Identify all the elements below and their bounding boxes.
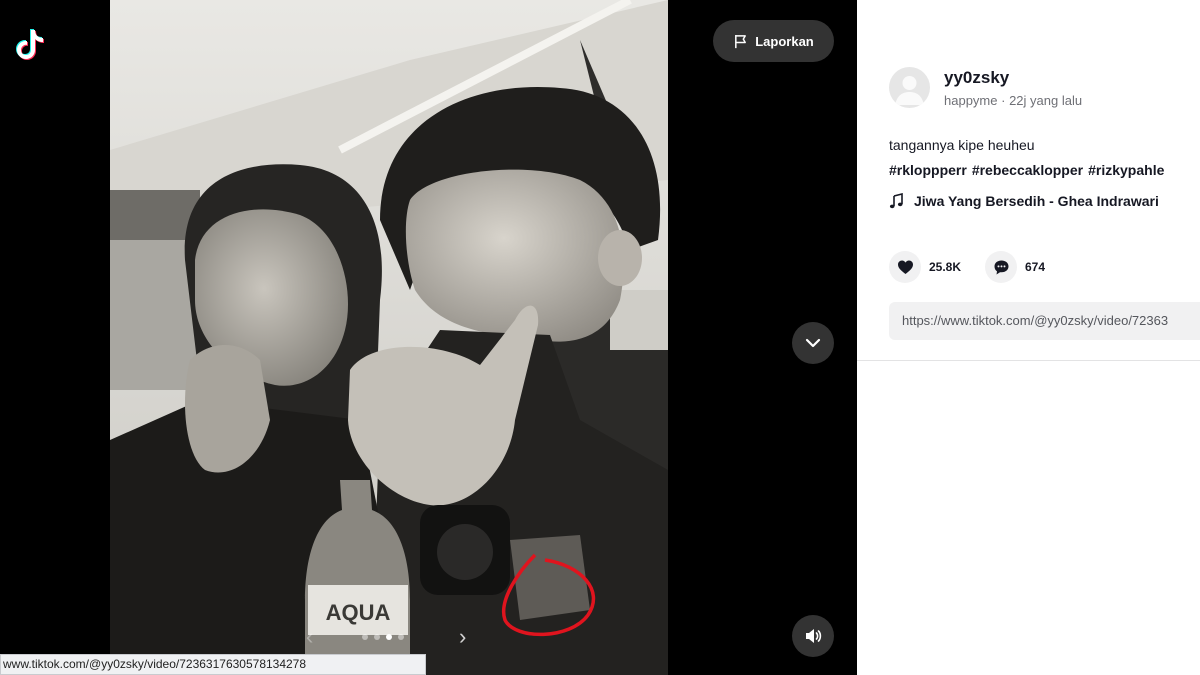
chevron-right-icon[interactable]: ›: [459, 624, 466, 650]
music-title: Jiwa Yang Bersedih - Ghea Indrawari: [914, 193, 1159, 209]
speaker-icon: [806, 629, 822, 643]
caption: tangannya kipe heuheu: [889, 137, 1035, 153]
avatar[interactable]: [889, 67, 930, 108]
music-link[interactable]: Jiwa Yang Bersedih - Ghea Indrawari: [889, 193, 1159, 209]
post-time: 22j yang lalu: [1009, 93, 1083, 108]
slide-dot[interactable]: [362, 634, 368, 640]
separator: ·: [1001, 93, 1006, 108]
chevron-down-icon: [805, 338, 821, 348]
chevron-left-icon[interactable]: ‹: [306, 624, 313, 650]
flag-icon: [735, 34, 747, 48]
video-player[interactable]: AQUA Laporkan ‹ › www.tiktok.com/@yy0zsk…: [0, 0, 857, 675]
copy-link-field[interactable]: https://www.tiktok.com/@yy0zsky/video/72…: [889, 302, 1200, 340]
post-info-panel: yy0zsky happyme · 22j yang lalu tanganny…: [857, 0, 1200, 675]
slide-dot[interactable]: [374, 634, 380, 640]
music-note-icon: [889, 193, 903, 209]
comment-icon: [994, 260, 1008, 274]
nickname: happyme: [944, 93, 998, 108]
hashtag-link[interactable]: #rkloppperr: [889, 162, 967, 178]
slide-dot-active[interactable]: [386, 634, 392, 640]
heart-icon: [897, 260, 913, 274]
divider: [857, 360, 1200, 361]
hashtag-link[interactable]: #rizkypahle: [1088, 162, 1164, 178]
like-count: 25.8K: [929, 260, 962, 274]
tiktok-logo-icon[interactable]: [16, 22, 52, 62]
selfie-photo: AQUA: [110, 0, 668, 675]
comment-circle[interactable]: [985, 251, 1017, 283]
report-button[interactable]: Laporkan: [713, 20, 834, 62]
tiktok-page: AQUA Laporkan ‹ › www.tiktok.com/@yy0zsk…: [0, 0, 1200, 675]
slide-dot[interactable]: [398, 634, 404, 640]
author-subline: happyme · 22j yang lalu: [944, 93, 1082, 108]
hashtag-link[interactable]: #rebeccaklopper: [972, 162, 1083, 178]
username[interactable]: yy0zsky: [944, 68, 1009, 88]
sound-button[interactable]: [792, 615, 834, 657]
slide-indicator: [362, 634, 404, 640]
report-label: Laporkan: [755, 33, 814, 49]
video-frame[interactable]: AQUA: [110, 0, 668, 675]
comment-count: 674: [1025, 260, 1046, 274]
like-circle[interactable]: [889, 251, 921, 283]
status-bar-url: www.tiktok.com/@yy0zsky/video/7236317630…: [0, 654, 426, 675]
like-button[interactable]: 25.8K: [889, 251, 961, 283]
bottle-label: AQUA: [326, 600, 391, 625]
hashtag-list: #rkloppperr #rebeccaklopper #rizkypahle: [889, 162, 1164, 178]
default-avatar-icon: [895, 76, 924, 105]
next-video-button[interactable]: [792, 322, 834, 364]
comment-button[interactable]: 674: [985, 251, 1045, 283]
